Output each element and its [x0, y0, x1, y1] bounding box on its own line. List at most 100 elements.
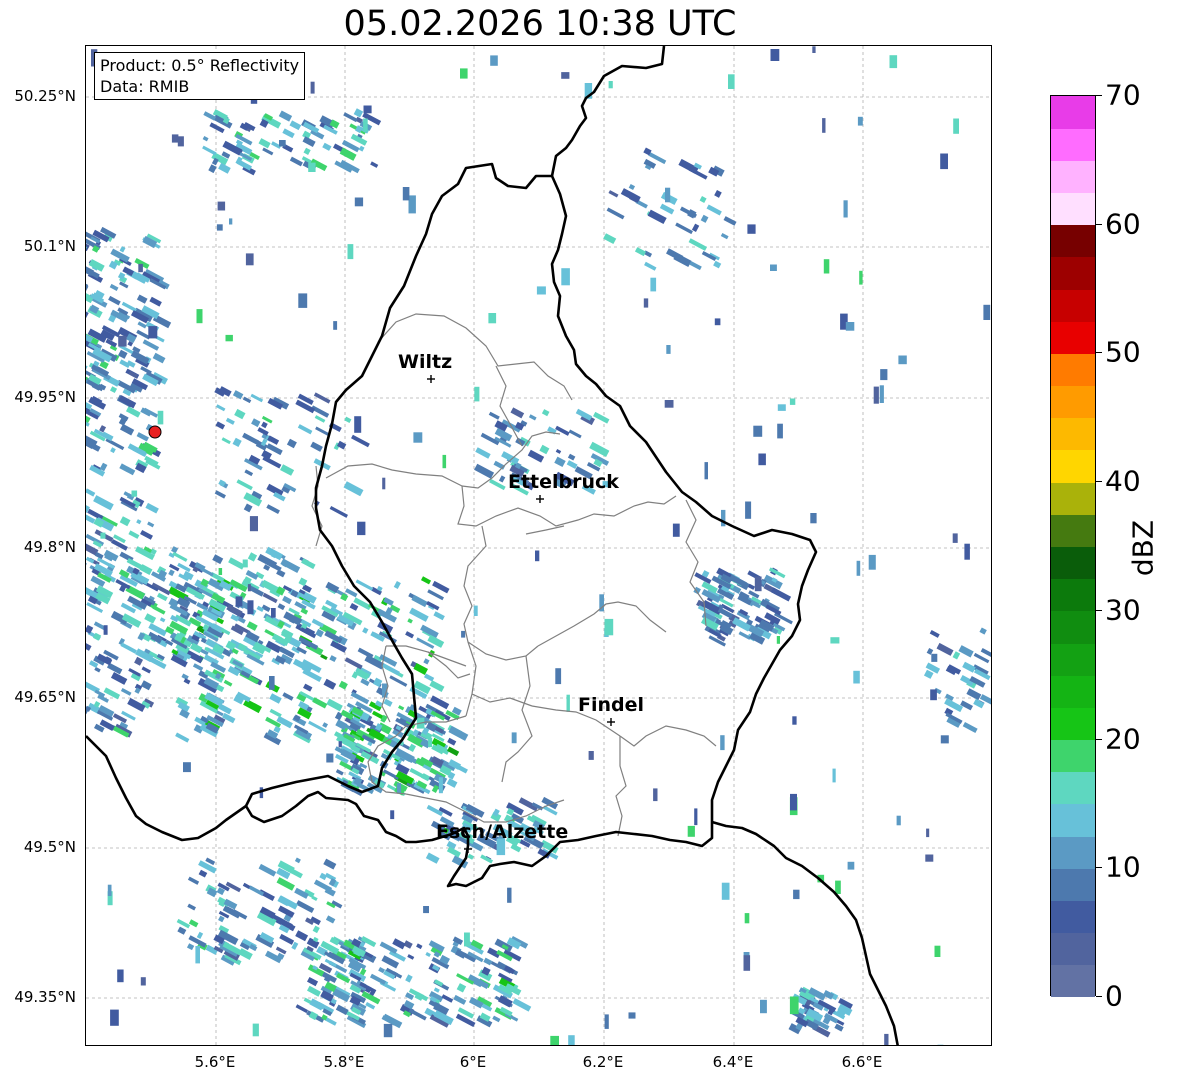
- radar-echo-cell: [217, 201, 226, 211]
- radar-echo-cell: [247, 600, 254, 615]
- radar-echo-cell: [136, 519, 142, 525]
- radar-echo-cell: [347, 244, 354, 260]
- radar-map[interactable]: Wiltz Ettelbruck Findel Esch/Alzette: [85, 45, 992, 1046]
- radar-echo-cell: [747, 224, 756, 234]
- radar-echo-cell: [202, 136, 209, 142]
- radar-echo-cell: [550, 1035, 559, 1045]
- radar-echo-cell: [278, 110, 293, 122]
- radar-echo-cell: [593, 411, 610, 424]
- radar-echo-cell: [218, 568, 223, 575]
- radar-echo-cell: [567, 453, 576, 461]
- radar-echo-cell: [859, 270, 863, 285]
- radar-echo-cell: [427, 589, 444, 601]
- radar-echo-cell: [675, 222, 693, 235]
- radar-echo-cell: [275, 946, 287, 955]
- radar-echo-cell: [561, 72, 570, 79]
- radar-echo-cell: [280, 464, 295, 476]
- radar-echo-cell: [442, 454, 447, 469]
- radar-echo-cell: [392, 938, 406, 950]
- radar-echo-cell: [315, 426, 330, 437]
- radar-echo-cell: [973, 698, 985, 709]
- radar-echo-cell: [884, 1033, 889, 1045]
- radar-echo-cell: [720, 232, 729, 240]
- radar-echo-cell: [120, 688, 132, 696]
- radar-echo-cell: [789, 996, 799, 1015]
- radar-echo-cell: [282, 595, 292, 605]
- radar-echo-layer: [86, 46, 991, 1045]
- radar-echo-cell: [402, 187, 410, 201]
- radar-echo-cell: [168, 569, 175, 577]
- radar-echo-cell: [147, 521, 155, 528]
- radar-echo-cell: [960, 700, 974, 711]
- radar-site-marker[interactable]: [148, 425, 162, 439]
- radar-echo-cell: [433, 611, 445, 621]
- radar-echo-cell: [141, 666, 151, 674]
- colorbar-tick-label: 40: [1105, 464, 1141, 498]
- product-label: Product: 0.5° Reflectivity: [100, 56, 300, 75]
- colorbar-segment: [1051, 482, 1095, 515]
- radar-echo-cell: [187, 876, 200, 885]
- radar-echo-cell: [721, 882, 730, 900]
- radar-echo-cell: [776, 636, 780, 644]
- radar-echo-cell: [397, 783, 402, 794]
- radar-echo-cell: [566, 460, 578, 469]
- radar-echo-cell: [354, 416, 362, 433]
- colorbar-segment: [1051, 192, 1095, 226]
- radar-echo-cell: [723, 216, 737, 226]
- radar-echo-cell: [416, 943, 423, 950]
- colorbar-segment: [1051, 256, 1095, 290]
- radar-echo-cell: [329, 506, 348, 518]
- latitude-label: 49.8°N: [23, 538, 76, 556]
- colorbar-segment: [1051, 610, 1095, 644]
- radar-echo-cell: [962, 661, 976, 673]
- radar-echo-cell: [413, 432, 423, 443]
- colorbar-unit-label: dBZ: [1126, 519, 1160, 577]
- radar-echo-cell: [323, 858, 337, 870]
- radar-echo-cell: [289, 120, 302, 131]
- radar-echo-cell: [488, 411, 500, 420]
- radar-echo-cell: [777, 423, 783, 439]
- latitude-label: 49.95°N: [14, 388, 76, 406]
- colorbar-segment: [1051, 900, 1095, 934]
- radar-echo-cell: [311, 405, 330, 418]
- radar-echo-cell: [823, 259, 830, 274]
- radar-echo-cell: [666, 345, 671, 354]
- radar-echo-cell: [390, 810, 395, 820]
- radar-echo-cell: [338, 680, 348, 690]
- radar-echo-cell: [338, 741, 342, 748]
- radar-echo-cell: [303, 147, 311, 155]
- radar-echo-cell: [358, 145, 365, 152]
- radar-echo-cell: [297, 424, 313, 435]
- radar-echo-cell: [296, 646, 307, 655]
- radar-echo-cell: [225, 334, 233, 342]
- radar-echo-cell: [704, 462, 708, 480]
- radar-echo-cell: [144, 613, 157, 624]
- radar-echo-cell: [149, 296, 162, 307]
- radar-echo-cell: [140, 680, 152, 691]
- radar-echo-cell: [940, 735, 949, 744]
- colorbar-segment: [1051, 771, 1095, 805]
- radar-echo-cell: [474, 463, 495, 479]
- radar-echo-cell: [138, 263, 143, 273]
- radar-echo-cell: [325, 915, 336, 924]
- radar-echo-cell: [689, 261, 702, 271]
- radar-echo-cell: [714, 190, 722, 198]
- radar-echo-cell: [650, 277, 657, 292]
- radar-echo-cell: [561, 268, 570, 286]
- radar-echo-cell: [120, 642, 137, 654]
- radar-echo-cell: [243, 503, 253, 513]
- radar-echo-cell: [856, 560, 861, 576]
- radar-echo-cell: [86, 556, 95, 564]
- radar-echo-cell: [218, 915, 225, 923]
- radar-echo-cell: [100, 532, 106, 539]
- radar-echo-cell: [277, 603, 286, 611]
- radar-echo-cell: [728, 74, 735, 89]
- radar-echo-cell: [175, 732, 190, 743]
- radar-echo-cell: [555, 425, 570, 436]
- radar-echo-cell: [244, 469, 254, 477]
- radar-echo-cell: [606, 207, 625, 220]
- radar-echo-cell: [333, 321, 338, 330]
- town-label-ettelbruck: Ettelbruck: [508, 471, 619, 493]
- radar-echo-cell: [353, 108, 364, 118]
- colorbar-tick-label: 30: [1105, 593, 1141, 627]
